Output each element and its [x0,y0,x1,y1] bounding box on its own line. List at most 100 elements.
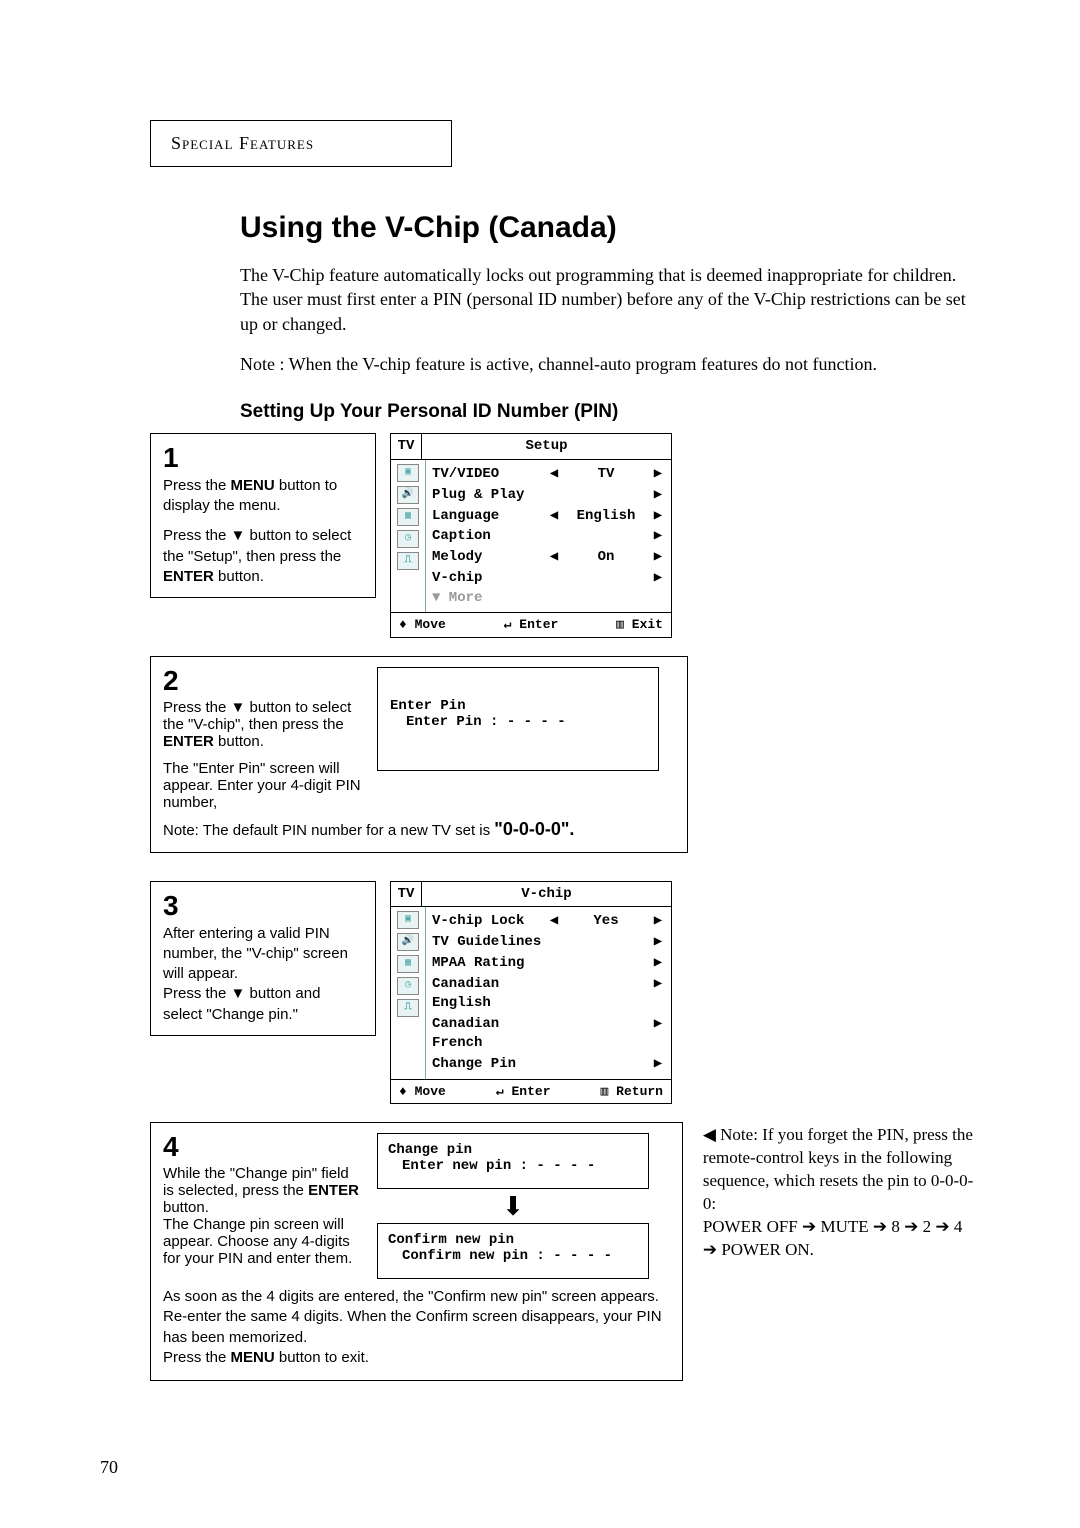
osd-value [561,527,651,546]
osd-more: ▼ More [432,589,665,608]
osd-value [561,569,651,588]
osd-item: Canadian French [432,1015,547,1053]
page-title: Using the V-Chip (Canada) [240,211,980,245]
osd-item: TV Guidelines [432,933,547,952]
text: Note: The default PIN number for a new T… [163,822,494,839]
arrow-left-icon [547,569,561,588]
step-1-osd: TV Setup ▣ 🔊 ▦ ◷ ⎍ TV/VIDEO◀TV▶ Plug & P… [390,433,672,638]
top-note: Note : When the V-chip feature is active… [240,354,980,375]
step-number: 4 [163,1133,363,1161]
osd-value: Yes [561,912,651,931]
osd-foot-move: ♦ Move [399,1083,446,1101]
text: The Change pin screen will appear. Choos… [163,1216,363,1267]
osd-icon-strip: ▣ 🔊 ▦ ◷ ⎍ [391,460,426,612]
osd-item: MPAA Rating [432,954,547,973]
text: After entering a valid PIN number, the "… [163,924,363,1025]
text: As soon as the 4 digits are entered, the… [163,1288,662,1346]
intro-paragraph: The V-Chip feature automatically locks o… [240,263,980,336]
osd-value: English [561,507,651,526]
osd-item: TV/VIDEO [432,465,547,484]
clock-icon: ◷ [397,977,419,995]
arrow-right-icon: ▶ [651,912,665,931]
step-1-row: 1 Press the MENU button to display the m… [150,433,980,638]
section-label: Special Features [171,133,314,153]
osd-value: On [561,548,651,567]
osd-pin-line: Enter Pin : - - - - [390,714,646,730]
text: Press the ▼ button to select the "Setup"… [163,527,351,564]
settings-icon: ⎍ [397,999,419,1017]
subheading: Setting Up Your Personal ID Number (PIN) [240,401,980,423]
page-number: 70 [100,1457,118,1478]
step-1-text: 1 Press the MENU button to display the m… [150,433,376,598]
arrow-right-icon: ▶ [651,548,665,567]
text: Press the [163,1349,231,1366]
step-2-box: 2 Press the ▼ button to select the "V-ch… [150,656,688,853]
osd-item: Canadian English [432,975,547,1013]
step-number: 1 [163,444,363,472]
step4-bottom-note: As soon as the 4 digits are entered, the… [163,1287,670,1368]
osd-value: TV [561,465,651,484]
arrow-left-icon: ◀ [547,912,561,931]
default-pin-value: "0-0-0-0". [494,819,574,839]
arrow-right-icon: ▶ [651,569,665,588]
picture-icon: ▦ [397,508,419,526]
text: Press the ▼ button to select the "V-chip… [163,699,351,733]
arrow-right-icon: ▶ [651,1015,665,1053]
osd-menu-list: TV/VIDEO◀TV▶ Plug & Play▶ Language◀Engli… [426,460,671,612]
osd-title: Setup [422,434,671,459]
osd-item: Plug & Play [432,486,547,505]
osd-title: V-chip [422,882,671,907]
settings-icon: ⎍ [397,552,419,570]
osd-title: Confirm new pin [388,1232,638,1248]
default-pin-note: Note: The default PIN number for a new T… [163,819,675,840]
osd-item: Melody [432,548,547,567]
side-note-sequence: POWER OFF ➔ MUTE ➔ 8 ➔ 2 ➔ 4 ➔ POWER ON. [703,1216,980,1262]
text: Press the [163,477,231,494]
osd-pin-line: Enter new pin : - - - - [388,1158,638,1174]
arrow-right-icon: ▶ [651,465,665,484]
change-pin-osd: Change pin Enter new pin : - - - - [377,1133,649,1189]
tv-icon: ▣ [397,911,419,929]
osd-item: Language [432,507,547,526]
enter-key: ENTER [163,568,214,585]
enter-key: ENTER [308,1182,359,1199]
enter-pin-osd: Enter Pin Enter Pin : - - - - [378,668,658,770]
step-3-text: 3 After entering a valid PIN number, the… [150,881,376,1036]
section-header: Special Features [150,120,452,167]
text: The "Enter Pin" screen will appear. Ente… [163,760,363,811]
text: button. [214,568,264,585]
osd-title: Change pin [388,1142,638,1158]
osd-menu-list: V-chip Lock◀Yes▶ TV Guidelines▶ MPAA Rat… [426,907,671,1078]
osd-foot-enter: ↵ Enter [496,1083,551,1101]
text: button. [214,733,264,750]
arrow-right-icon: ▶ [651,933,665,952]
speaker-icon: 🔊 [397,933,419,951]
osd-tv-label: TV [391,434,422,459]
step-number: 2 [163,667,363,695]
menu-key: MENU [231,1349,275,1366]
arrow-right-icon: ▶ [651,1055,665,1074]
step-3-osd: TV V-chip ▣ 🔊 ▦ ◷ ⎍ V-chip Lock◀Yes▶ TV … [390,881,672,1105]
osd-tv-label: TV [391,882,422,907]
arrow-left-icon [547,486,561,505]
step-4-box: 4 While the "Change pin" field is select… [150,1122,683,1381]
osd-value [561,486,651,505]
osd-title: Enter Pin [390,698,646,714]
tv-icon: ▣ [397,464,419,482]
arrow-left-icon: ◀ [547,507,561,526]
arrow-down-icon: ⬇ [502,1189,524,1223]
arrow-right-icon: ▶ [651,527,665,546]
clock-icon: ◷ [397,530,419,548]
side-note: ◀ Note: If you forget the PIN, press the… [703,1122,980,1262]
osd-foot-enter: ↵ Enter [504,616,559,634]
osd-foot-return: ▥ Return [601,1083,663,1101]
osd-icon-strip: ▣ 🔊 ▦ ◷ ⎍ [391,907,426,1078]
text: button. [163,1199,209,1216]
osd-foot-exit: ▥ Exit [616,616,663,634]
arrow-right-icon: ▶ [651,954,665,973]
picture-icon: ▦ [397,955,419,973]
text: button to exit. [275,1349,369,1366]
osd-pin-line: Confirm new pin : - - - - [388,1248,638,1264]
osd-item: V-chip [432,569,547,588]
arrow-left-icon: ◀ [547,465,561,484]
